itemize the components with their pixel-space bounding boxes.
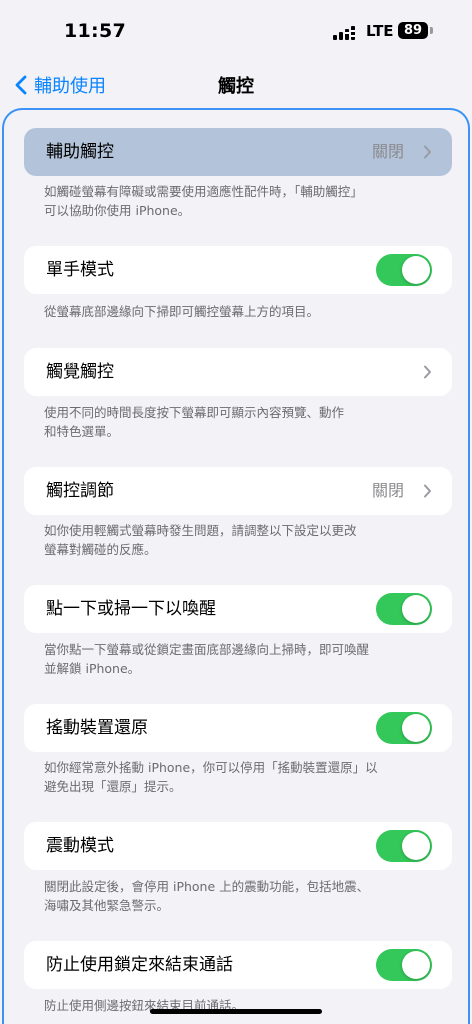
- one-handed-mode-row: 單手模式: [24, 246, 452, 294]
- toggle-knob: [402, 832, 430, 860]
- tap-to-wake-label: 點一下或掃一下以喚醒: [46, 599, 216, 619]
- shake-to-undo-label: 搖動裝置還原: [46, 718, 148, 738]
- status-time: 11:57: [64, 20, 126, 42]
- tap-to-wake-row: 點一下或掃一下以喚醒: [24, 585, 452, 633]
- haptic-touch-label: 觸覺觸控: [46, 362, 114, 382]
- vibration-label: 震動模式: [46, 836, 114, 856]
- battery-cap: [430, 27, 433, 34]
- chevron-left-icon: [15, 75, 27, 95]
- shake-to-undo-toggle[interactable]: [376, 712, 432, 744]
- tap-to-wake-footer: 當你點一下螢幕或從鎖定畫面底部邊緣向上掃時，即可喚醒 並解鎖 iPhone。: [44, 642, 370, 676]
- assistive-touch-value: 關閉: [371, 142, 404, 161]
- home-indicator[interactable]: [150, 1009, 322, 1014]
- settings-panel: 輔助觸控 關閉 如觸碰螢幕有障礙或需要使用適應性配件時，「輔助觸控」 可以協助你…: [2, 108, 470, 1024]
- assistive-touch-footer: 如觸碰螢幕有障礙或需要使用適應性配件時，「輔助觸控」 可以協助你使用 iPhon…: [44, 184, 363, 218]
- chevron-right-icon: [424, 484, 431, 498]
- back-label: 輔助使用: [34, 76, 106, 97]
- toggle-knob: [402, 595, 430, 623]
- status-bar: 11:57 LTE 89: [0, 0, 472, 64]
- chevron-right-icon: [424, 365, 431, 379]
- touch-accommodations-footer: 如你使用輕觸式螢幕時發生問題，請調整以下設定以更改 螢幕對觸碰的反應。: [44, 523, 357, 557]
- assistive-touch-row[interactable]: 輔助觸控 關閉: [24, 128, 452, 176]
- one-handed-mode-footer: 從螢幕底部邊緣向下掃即可觸控螢幕上方的項目。: [44, 304, 320, 319]
- back-button[interactable]: 輔助使用: [14, 72, 106, 98]
- assistive-touch-label: 輔助觸控: [46, 142, 114, 162]
- one-handed-mode-toggle[interactable]: [376, 254, 432, 286]
- touch-accommodations-label: 觸控調節: [46, 481, 114, 501]
- vibration-toggle[interactable]: [376, 830, 432, 862]
- touch-accommodations-row[interactable]: 觸控調節 關閉: [24, 467, 452, 515]
- vibration-row: 震動模式: [24, 822, 452, 870]
- toggle-knob: [402, 714, 430, 742]
- toggle-knob: [402, 256, 430, 284]
- tap-to-wake-toggle[interactable]: [376, 593, 432, 625]
- toggle-knob: [402, 951, 430, 979]
- touch-accommodations-value: 關閉: [371, 481, 404, 500]
- network-type: LTE: [366, 22, 394, 40]
- haptic-touch-footer: 使用不同的時間長度按下螢幕即可顯示內容預覽、動作 和特色選單。: [44, 405, 345, 439]
- shake-to-undo-row: 搖動裝置還原: [24, 704, 452, 752]
- prevent-lock-end-call-toggle[interactable]: [376, 949, 432, 981]
- shake-to-undo-footer: 如你經常意外搖動 iPhone，你可以停用「搖動裝置還原」以 避免出現「還原」提…: [44, 760, 378, 794]
- one-handed-mode-label: 單手模式: [46, 260, 114, 280]
- prevent-lock-end-call-label: 防止使用鎖定來結束通話: [46, 955, 233, 975]
- navigation-bar: 觸控 輔助使用: [0, 64, 472, 104]
- haptic-touch-row[interactable]: 觸覺觸控: [24, 348, 452, 396]
- prevent-lock-end-call-row: 防止使用鎖定來結束通話: [24, 941, 452, 989]
- chevron-right-icon: [424, 145, 431, 159]
- cellular-signal-icon: [333, 26, 355, 40]
- vibration-footer: 關閉此設定後，會停用 iPhone 上的震動功能，包括地震、 海嘯及其他緊急警示…: [44, 879, 370, 913]
- battery-icon: 89: [398, 22, 428, 39]
